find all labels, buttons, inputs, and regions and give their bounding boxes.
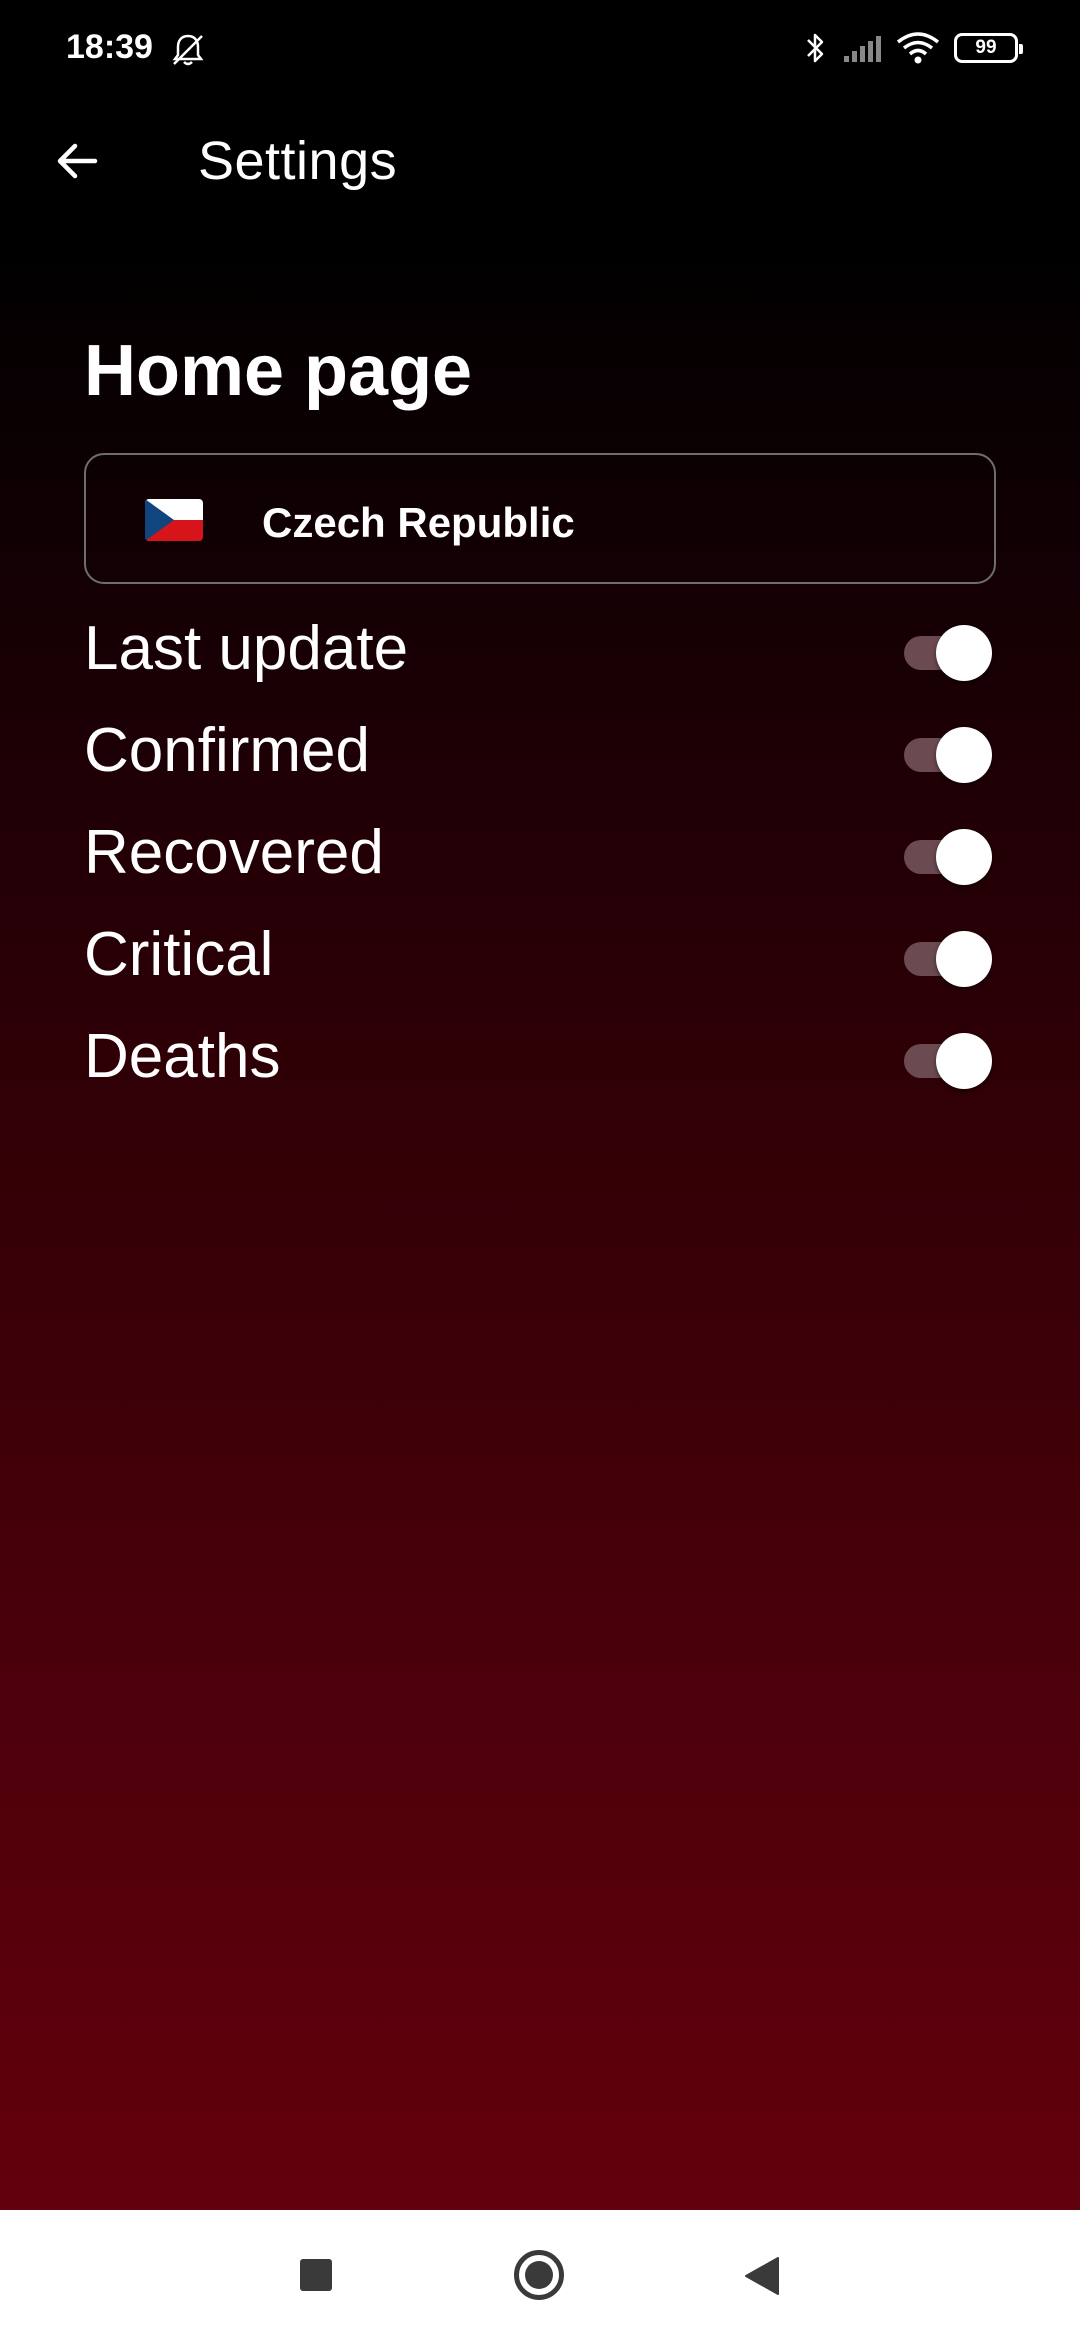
switch-thumb <box>936 829 992 885</box>
system-nav-bar <box>0 2210 1080 2340</box>
section-title-home-page: Home page <box>84 331 473 411</box>
home-icon[interactable] <box>514 2250 564 2300</box>
battery-level: 99 <box>975 37 997 58</box>
toggle-row-confirmed: Confirmed <box>84 705 996 795</box>
back-icon[interactable] <box>744 2256 780 2296</box>
critical-switch[interactable] <box>900 931 992 987</box>
toggle-row-last-update: Last update <box>84 603 996 693</box>
toggle-label: Last update <box>84 614 409 683</box>
recovered-switch[interactable] <box>900 829 992 885</box>
settings-screen: 18:39 99 Settings Home page Czech Republ… <box>0 0 1080 2340</box>
switch-thumb <box>936 727 992 783</box>
bluetooth-icon <box>804 30 828 66</box>
country-select[interactable]: Czech Republic <box>84 453 996 584</box>
switch-thumb <box>936 931 992 987</box>
switch-thumb <box>936 1033 992 1089</box>
battery-icon: 99 <box>954 33 1023 63</box>
status-icons: 99 <box>804 26 1023 70</box>
toggle-label: Critical <box>84 920 274 989</box>
country-name: Czech Republic <box>262 499 575 546</box>
signal-icon <box>842 32 882 64</box>
deaths-switch[interactable] <box>900 1033 992 1089</box>
wifi-icon <box>896 31 940 65</box>
toggle-row-critical: Critical <box>84 909 996 999</box>
toggle-row-deaths: Deaths <box>84 1011 996 1101</box>
toggle-label: Confirmed <box>84 716 370 785</box>
confirmed-switch[interactable] <box>900 727 992 783</box>
status-bar: 18:39 99 <box>0 0 1080 100</box>
last-update-switch[interactable] <box>900 625 992 681</box>
back-button[interactable] <box>42 126 112 196</box>
recents-icon[interactable] <box>300 2259 332 2291</box>
arrow-back-icon <box>57 143 98 179</box>
switch-thumb <box>936 625 992 681</box>
app-bar: Settings <box>0 110 1080 210</box>
status-time: 18:39 <box>66 28 153 66</box>
page-title: Settings <box>198 131 398 191</box>
home-icon-inner <box>525 2261 553 2289</box>
toggle-label: Recovered <box>84 818 384 887</box>
toggle-row-recovered: Recovered <box>84 807 996 897</box>
czech-flag-icon <box>145 499 203 541</box>
toggle-label: Deaths <box>84 1022 281 1091</box>
bell-off-icon <box>168 30 208 70</box>
